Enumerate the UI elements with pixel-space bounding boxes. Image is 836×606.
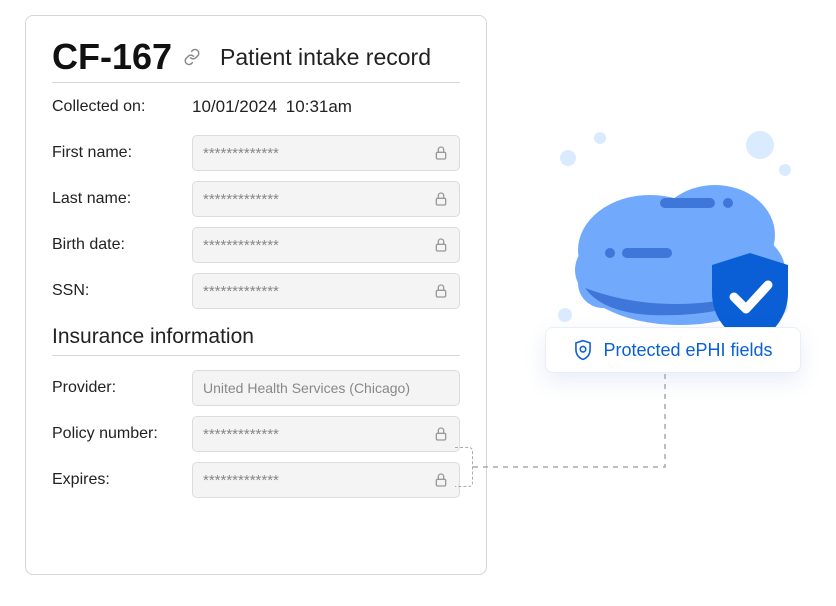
dashed-bracket — [455, 447, 473, 487]
record-id: CF-167 — [52, 36, 172, 78]
collected-row: Collected on: 10/01/2024 10:31am — [52, 97, 460, 117]
protected-ephi-text: Protected ePHI fields — [603, 340, 772, 361]
last-name-row: Last name: ************* — [52, 181, 460, 217]
ssn-value: ************* — [203, 283, 279, 300]
first-name-row: First name: ************* — [52, 135, 460, 171]
lock-icon — [433, 472, 449, 488]
policy-row: Policy number: ************* — [52, 416, 460, 452]
card-header: CF-167 Patient intake record — [52, 36, 460, 83]
insurance-section-title: Insurance information — [52, 325, 460, 356]
birth-date-row: Birth date: ************* — [52, 227, 460, 263]
last-name-value: ************* — [203, 191, 279, 208]
policy-value: ************* — [203, 426, 279, 443]
protected-ephi-badge: Protected ePHI fields — [545, 327, 801, 373]
last-name-field[interactable]: ************* — [192, 181, 460, 217]
ssn-row: SSN: ************* — [52, 273, 460, 309]
link-icon[interactable] — [182, 47, 202, 67]
lock-icon — [433, 283, 449, 299]
provider-row: Provider: United Health Services (Chicag… — [52, 370, 460, 406]
lock-icon — [433, 145, 449, 161]
lock-icon — [433, 426, 449, 442]
first-name-value: ************* — [203, 145, 279, 162]
record-title: Patient intake record — [220, 44, 431, 71]
birth-date-label: Birth date: — [52, 236, 192, 254]
provider-field[interactable]: United Health Services (Chicago) — [192, 370, 460, 406]
expires-field[interactable]: ************* — [192, 462, 460, 498]
birth-date-value: ************* — [203, 237, 279, 254]
policy-field[interactable]: ************* — [192, 416, 460, 452]
birth-date-field[interactable]: ************* — [192, 227, 460, 263]
first-name-label: First name: — [52, 144, 192, 162]
last-name-label: Last name: — [52, 190, 192, 208]
provider-value: United Health Services (Chicago) — [203, 380, 410, 396]
ssn-field[interactable]: ************* — [192, 273, 460, 309]
collected-value: 10/01/2024 10:31am — [192, 97, 352, 117]
expires-label: Expires: — [52, 471, 192, 489]
patient-record-card: CF-167 Patient intake record Collected o… — [25, 15, 487, 575]
lock-icon — [433, 191, 449, 207]
provider-label: Provider: — [52, 379, 192, 397]
first-name-field[interactable]: ************* — [192, 135, 460, 171]
ssn-label: SSN: — [52, 282, 192, 300]
lock-icon — [433, 237, 449, 253]
shield-icon — [573, 339, 593, 361]
policy-label: Policy number: — [52, 425, 192, 443]
collected-label: Collected on: — [52, 98, 192, 116]
expires-row: Expires: ************* — [52, 462, 460, 498]
connector-line — [455, 370, 685, 480]
expires-value: ************* — [203, 472, 279, 489]
